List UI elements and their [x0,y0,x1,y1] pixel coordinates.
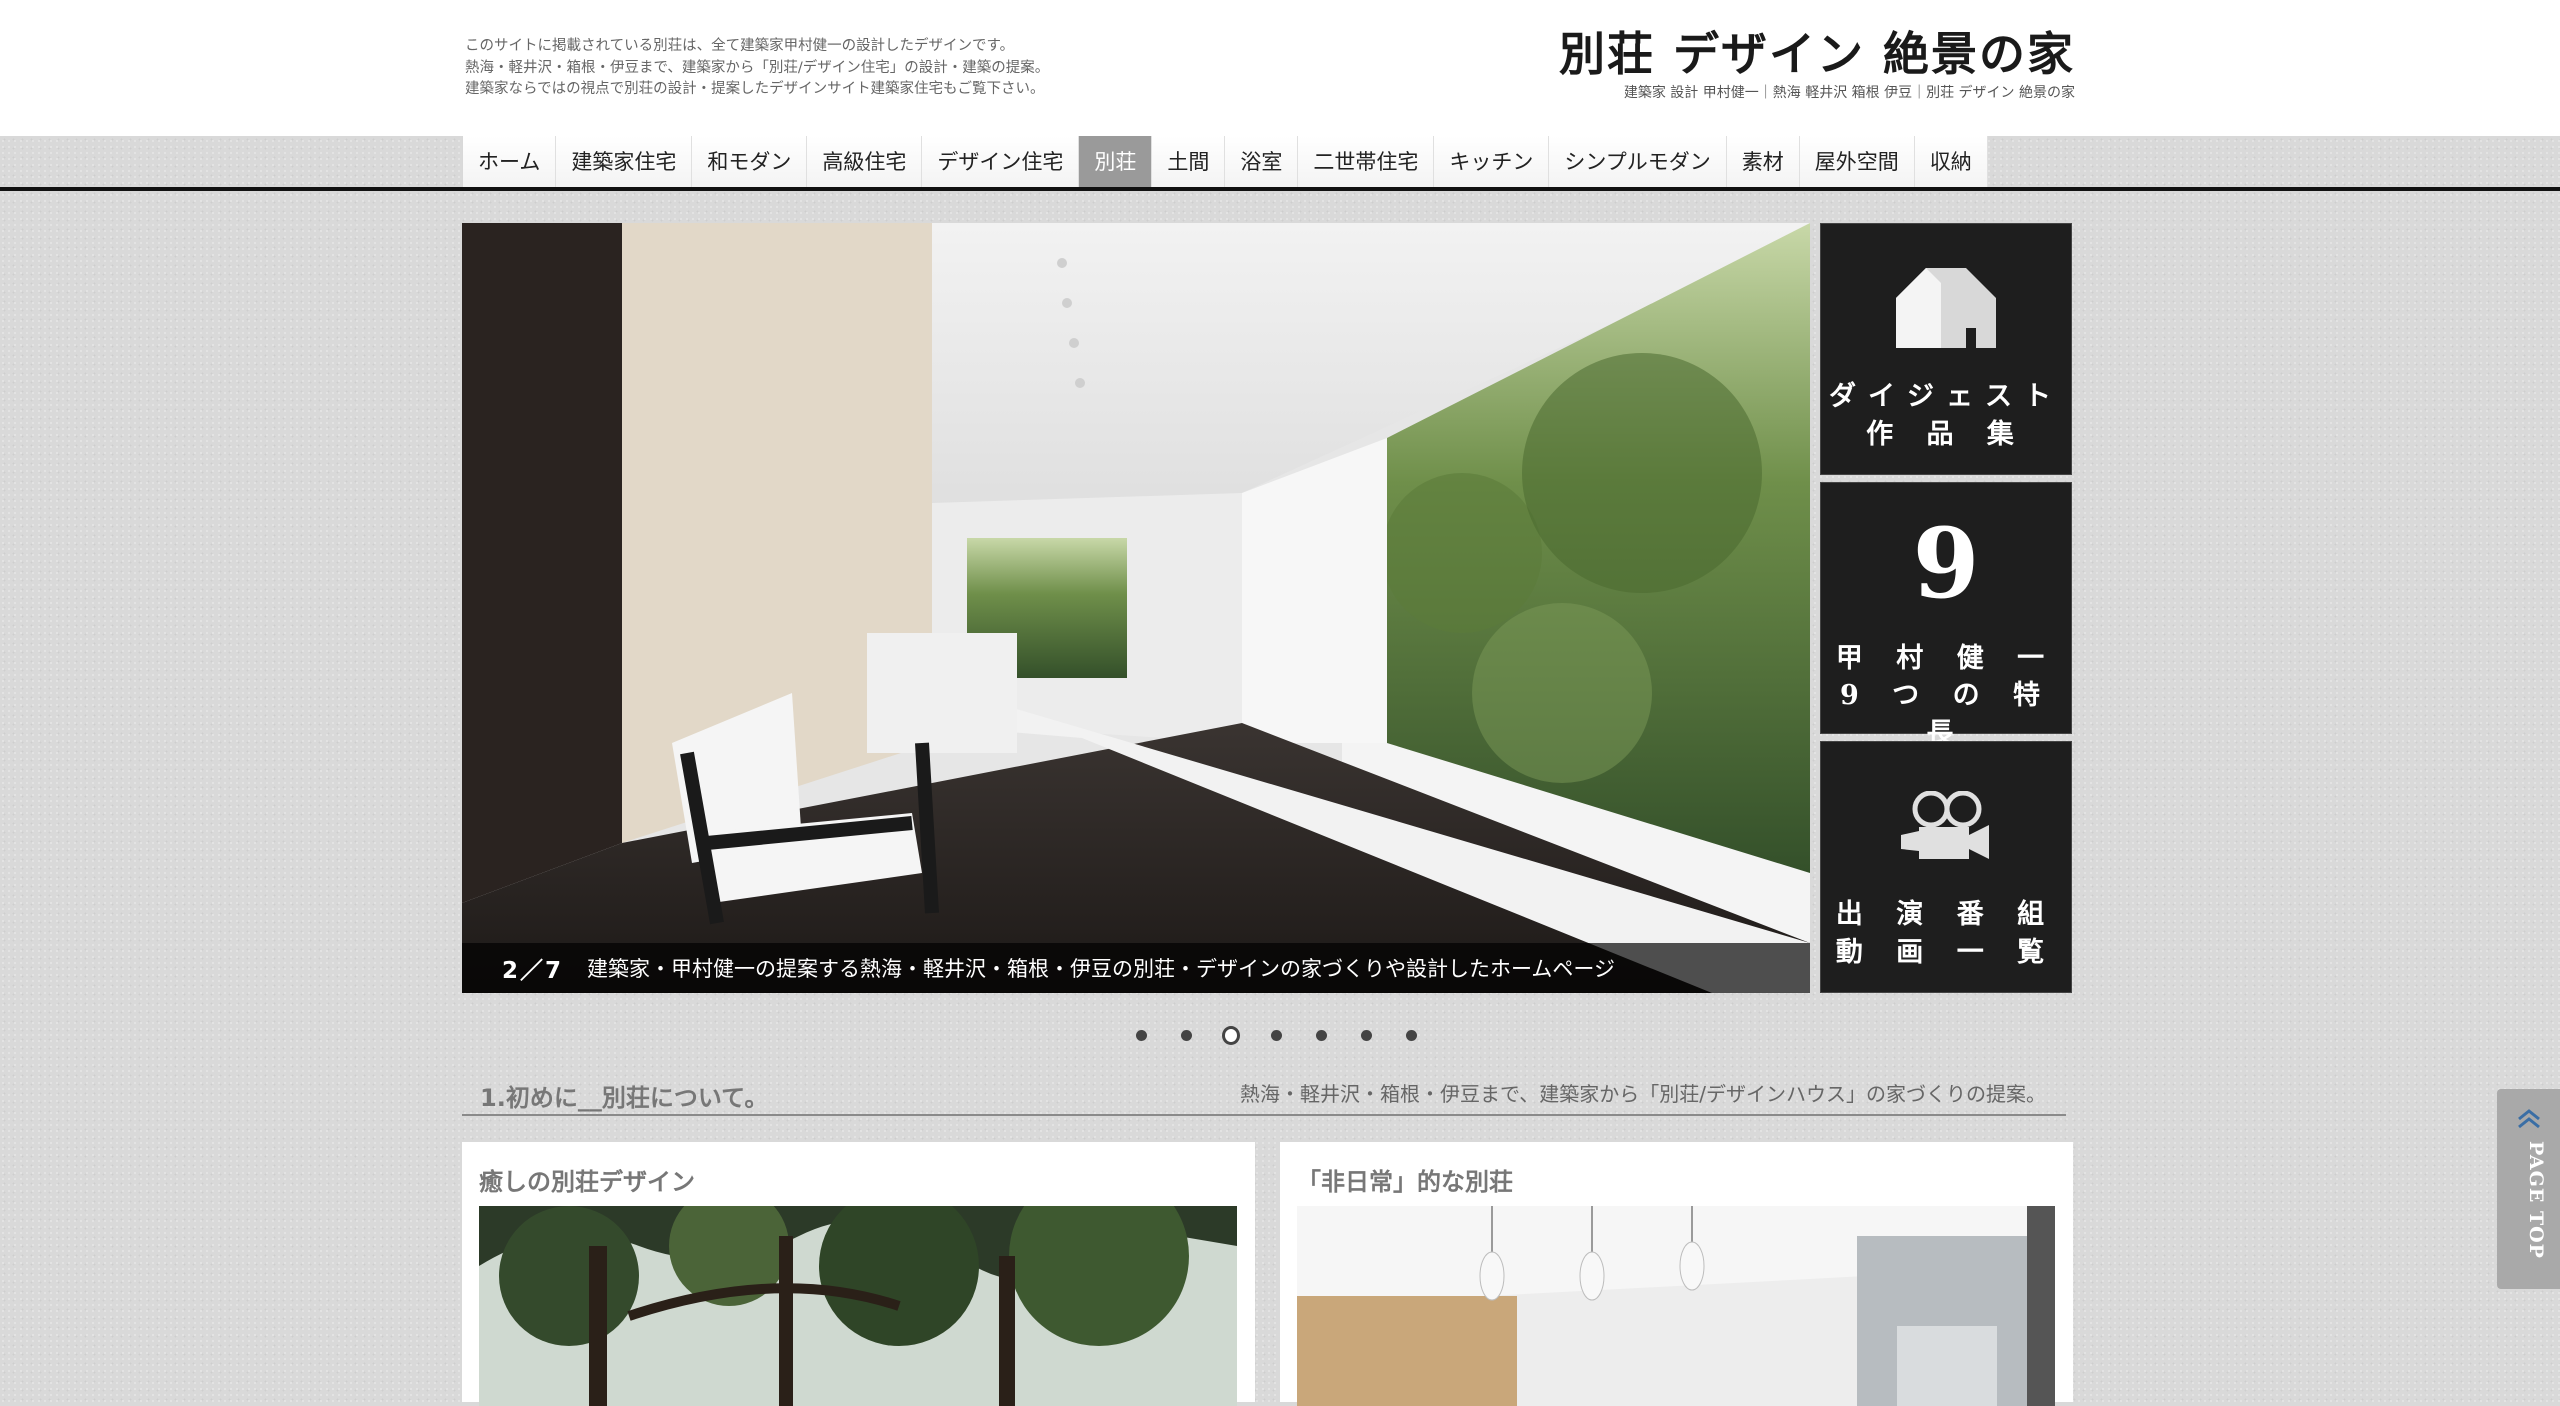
slider-dot-active[interactable] [1222,1025,1240,1045]
digest-works-button[interactable]: ダイジェスト 作 品 集 [1820,223,2072,475]
slider-dot[interactable] [1177,1026,1195,1044]
slider-pagination [1132,1025,1447,1045]
slider-dot[interactable] [1357,1026,1375,1044]
card-image[interactable] [479,1206,1237,1406]
section-title: 1.初めに__別荘について。 [480,1084,769,1112]
nav-item-villa[interactable]: 別荘 [1078,136,1152,188]
digest-label-line2: 作 品 集 [1866,419,2026,450]
slide-caption-text: 建築家・甲村健一の提案する熱海・軽井沢・箱根・伊豆の別荘・デザインの家づくりや設… [587,957,1615,981]
intro-line: 熱海・軽井沢・箱根・伊豆まで、建築家から「別荘/デザイン住宅」の設計・建築の提案… [465,59,1050,76]
intro-line: このサイトに掲載されている別荘は、全て建築家甲村健一の設計したデザインです。 [465,38,1015,54]
nav-item-home[interactable]: ホーム [462,136,556,188]
intro-text: このサイトに掲載されている別荘は、全て建築家甲村健一の設計したデザインです。 熱… [465,36,1049,101]
nav-item-outdoor[interactable]: 屋外空間 [1798,136,1914,188]
nine-features-button[interactable]: 9 甲 村 健 一 9 つ の 特 長 [1820,482,2072,749]
nav-divider [0,187,2560,191]
slider-dot[interactable] [1312,1026,1330,1044]
card-title[interactable]: 癒しの別荘デザイン [479,1162,695,1197]
nav-item-bathroom[interactable]: 浴室 [1224,136,1298,188]
double-chevron-up-icon [2517,1109,2541,1133]
slider-dot[interactable] [1402,1026,1420,1044]
house-icon [1820,268,2072,348]
nav-item-luxury-house[interactable]: 高級住宅 [806,136,922,188]
site-subtitle: 建築家 設計 甲村健一｜熱海 軽井沢 箱根 伊豆｜別荘 デザイン 絶景の家 [1623,85,2075,101]
nav-item-architect-house[interactable]: 建築家住宅 [555,136,692,188]
card-healing-villa[interactable]: 癒しの別荘デザイン [462,1142,1255,1406]
videos-label-line2: 動 画 一 覧 [1835,937,2057,968]
page-top-button[interactable]: PAGE TOP [2497,1089,2560,1289]
nav-item-storage[interactable]: 収納 [1913,136,1988,188]
hero-image [462,223,1810,993]
nav-item-doma[interactable]: 土間 [1151,136,1225,188]
nav-item-materials[interactable]: 素材 [1725,136,1799,188]
section-subtitle: 熱海・軽井沢・箱根・伊豆まで、建築家から「別荘/デザインハウス」の家づくりの提案… [1240,1082,2046,1106]
card-title[interactable]: 「非日常」的な別荘 [1297,1162,1513,1197]
slide-caption: 2／7 建築家・甲村健一の提案する熱海・軽井沢・箱根・伊豆の別荘・デザインの家づ… [462,943,1810,993]
nav-item-japanese-modern[interactable]: 和モダン [691,136,807,188]
nav-item-kitchen[interactable]: キッチン [1433,136,1549,188]
site-title[interactable]: 別荘 デザイン 絶景の家 [1559,24,2075,84]
videos-label-line1: 出 演 番 組 [1835,899,2057,930]
site-logo[interactable]: 別荘 デザイン 絶景の家 建築家 設計 甲村健一｜熱海 軽井沢 箱根 伊豆｜別荘… [1559,24,2075,102]
movie-camera-icon [1820,791,2072,861]
nav-item-two-family[interactable]: 二世帯住宅 [1297,136,1434,188]
digest-label-line1: ダイジェスト [1829,381,2063,412]
feature-number: 9 [1912,507,1980,620]
main-nav: ホーム 建築家住宅 和モダン 高級住宅 デザイン住宅 別荘 土間 浴室 二世帯住… [462,136,1988,188]
section-header: 1.初めに__別荘について。 熱海・軽井沢・箱根・伊豆まで、建築家から「別荘/デ… [462,1074,2066,1116]
card-image[interactable] [1297,1206,2055,1406]
site-header: このサイトに掲載されている別荘は、全て建築家甲村健一の設計したデザインです。 熱… [0,0,2560,136]
nav-item-simple-modern[interactable]: シンプルモダン [1548,136,1726,188]
slider-dot[interactable] [1267,1026,1285,1044]
intro-line: 建築家ならではの視点で別荘の設計・提案したデザインサイト建築家住宅もご覧下さい。 [465,81,1045,97]
slide-counter: 2／7 [502,958,564,984]
hero-slider[interactable]: 2／7 建築家・甲村健一の提案する熱海・軽井沢・箱根・伊豆の別荘・デザインの家づ… [462,223,1810,993]
nav-item-design-house[interactable]: デザイン住宅 [921,136,1079,188]
slider-dot[interactable] [1132,1026,1150,1044]
card-extraordinary-villa[interactable]: 「非日常」的な別荘 [1280,1142,2073,1406]
tv-videos-button[interactable]: 出 演 番 組 動 画 一 覧 [1820,741,2072,993]
page-top-label: PAGE TOP [2525,1141,2547,1259]
features-label-line1: 甲 村 健 一 [1835,643,2057,674]
